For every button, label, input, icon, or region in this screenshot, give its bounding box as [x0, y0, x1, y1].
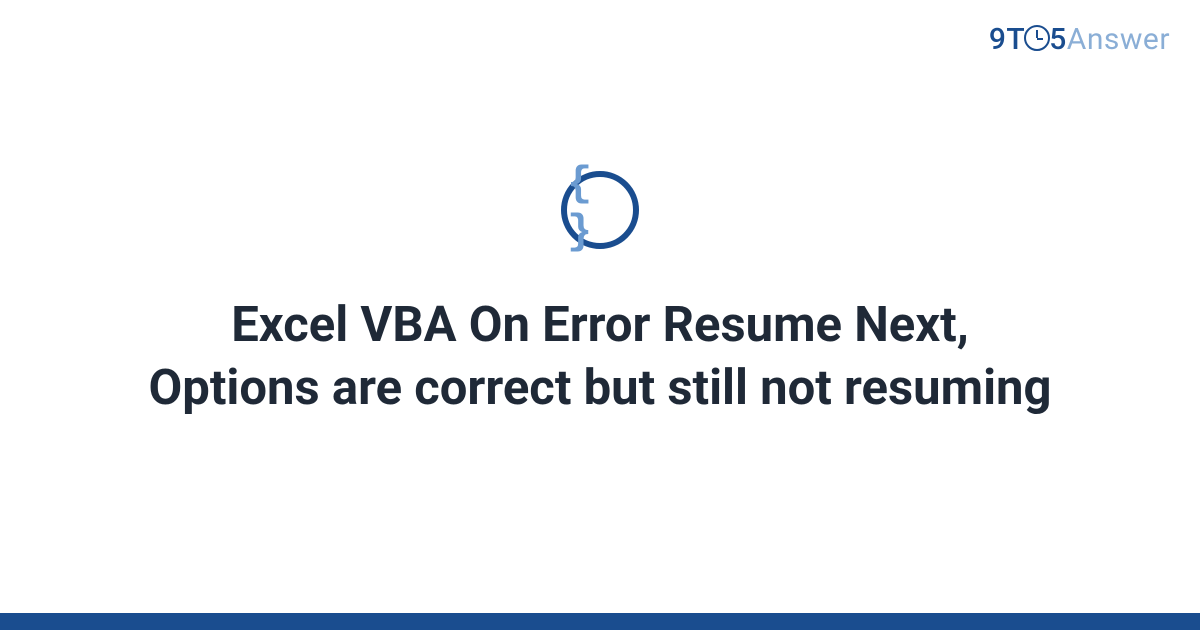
main-content: { } Excel VBA On Error Resume Next, Opti…	[0, 0, 1200, 630]
braces-glyph: { }	[567, 160, 633, 256]
footer-bar	[0, 613, 1200, 630]
code-braces-icon: { }	[561, 171, 639, 249]
page-title: Excel VBA On Error Resume Next, Options …	[100, 294, 1100, 419]
